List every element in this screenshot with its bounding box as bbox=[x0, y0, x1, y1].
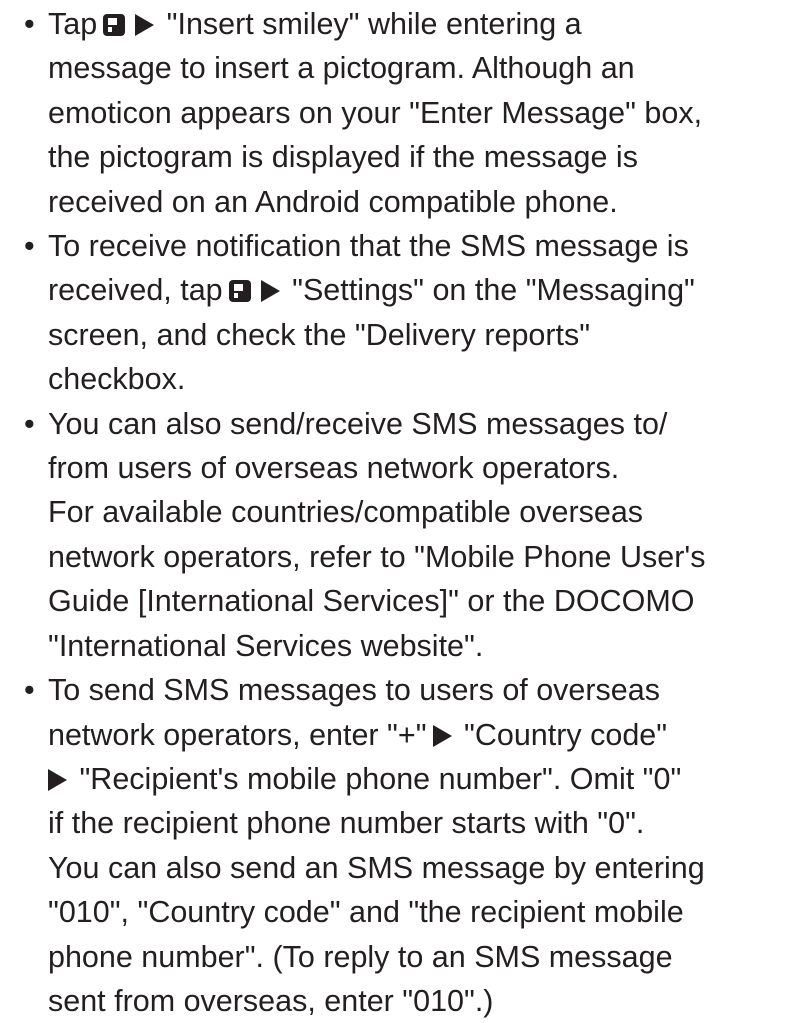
right-triangle-arrow-icon bbox=[48, 768, 67, 791]
right-triangle-arrow-icon bbox=[260, 280, 280, 303]
right-triangle-arrow-icon bbox=[432, 724, 452, 747]
text-line: network operators, enter "+" "Country co… bbox=[48, 713, 782, 757]
text-line: received, tap "Settings" on the "Messagi… bbox=[48, 268, 782, 312]
text-line: "010", "Country code" and "the recipient… bbox=[48, 895, 684, 930]
bullet-dot: • bbox=[24, 7, 35, 41]
text-line: sent from overseas, enter "010".) bbox=[48, 983, 494, 1018]
text-line: You can also send/receive SMS messages t… bbox=[48, 406, 668, 441]
text-fragment: Tap bbox=[48, 7, 98, 41]
menu-key-icon bbox=[228, 280, 251, 303]
text-line: phone number". (To reply to an SMS messa… bbox=[48, 939, 673, 974]
bullet-item-overseas-operators: • You can also send/receive SMS messages… bbox=[24, 402, 782, 668]
text-fragment: "Settings" on the "Messaging" bbox=[292, 273, 695, 308]
text-line: message to insert a pictogram. Although … bbox=[48, 51, 635, 86]
text-line: Tap "Insert smiley" while entering a bbox=[48, 2, 782, 46]
bullet-item-send-overseas: • To send SMS messages to users of overs… bbox=[24, 668, 782, 1023]
text-line: checkbox. bbox=[48, 362, 186, 397]
text-fragment: "Country code" bbox=[464, 717, 668, 752]
text-line: emoticon appears on your "Enter Message"… bbox=[48, 95, 703, 130]
bullet-item-insert-smiley: • Tap "Insert smiley" while entering a m… bbox=[24, 2, 782, 224]
bullet-dot: • bbox=[24, 673, 35, 708]
text-line: the pictogram is displayed if the messag… bbox=[48, 140, 638, 175]
text-line: You can also send an SMS message by ente… bbox=[48, 850, 705, 885]
text-line: For available countries/compatible overs… bbox=[48, 495, 644, 530]
text-line: "International Services website". bbox=[48, 628, 484, 663]
bullet-dot: • bbox=[24, 406, 35, 441]
bullet-dot: • bbox=[24, 229, 35, 264]
text-line: received on an Android compatible phone. bbox=[48, 184, 618, 219]
text-line: To send SMS messages to users of oversea… bbox=[48, 673, 660, 708]
menu-key-icon bbox=[103, 14, 126, 36]
text-fragment: "Recipient's mobile phone number". Omit … bbox=[79, 761, 682, 796]
right-triangle-arrow-icon bbox=[135, 14, 155, 36]
text-fragment: received, tap bbox=[48, 273, 223, 308]
text-line: "Recipient's mobile phone number". Omit … bbox=[48, 757, 782, 801]
bullet-item-delivery-reports: • To receive notification that the SMS m… bbox=[24, 224, 782, 402]
text-line: screen, and check the "Delivery reports" bbox=[48, 317, 591, 352]
text-line: if the recipient phone number starts wit… bbox=[48, 806, 645, 841]
text-line: from users of overseas network operators… bbox=[48, 451, 620, 486]
notes-bullet-list: • Tap "Insert smiley" while entering a m… bbox=[24, 2, 782, 1023]
text-line: Guide [International Services]" or the D… bbox=[48, 584, 695, 619]
text-line: network operators, refer to "Mobile Phon… bbox=[48, 539, 706, 574]
text-line: To receive notification that the SMS mes… bbox=[48, 229, 689, 264]
text-fragment: network operators, enter "+" bbox=[48, 717, 427, 752]
text-fragment: "Insert smiley" while entering a bbox=[166, 7, 582, 41]
